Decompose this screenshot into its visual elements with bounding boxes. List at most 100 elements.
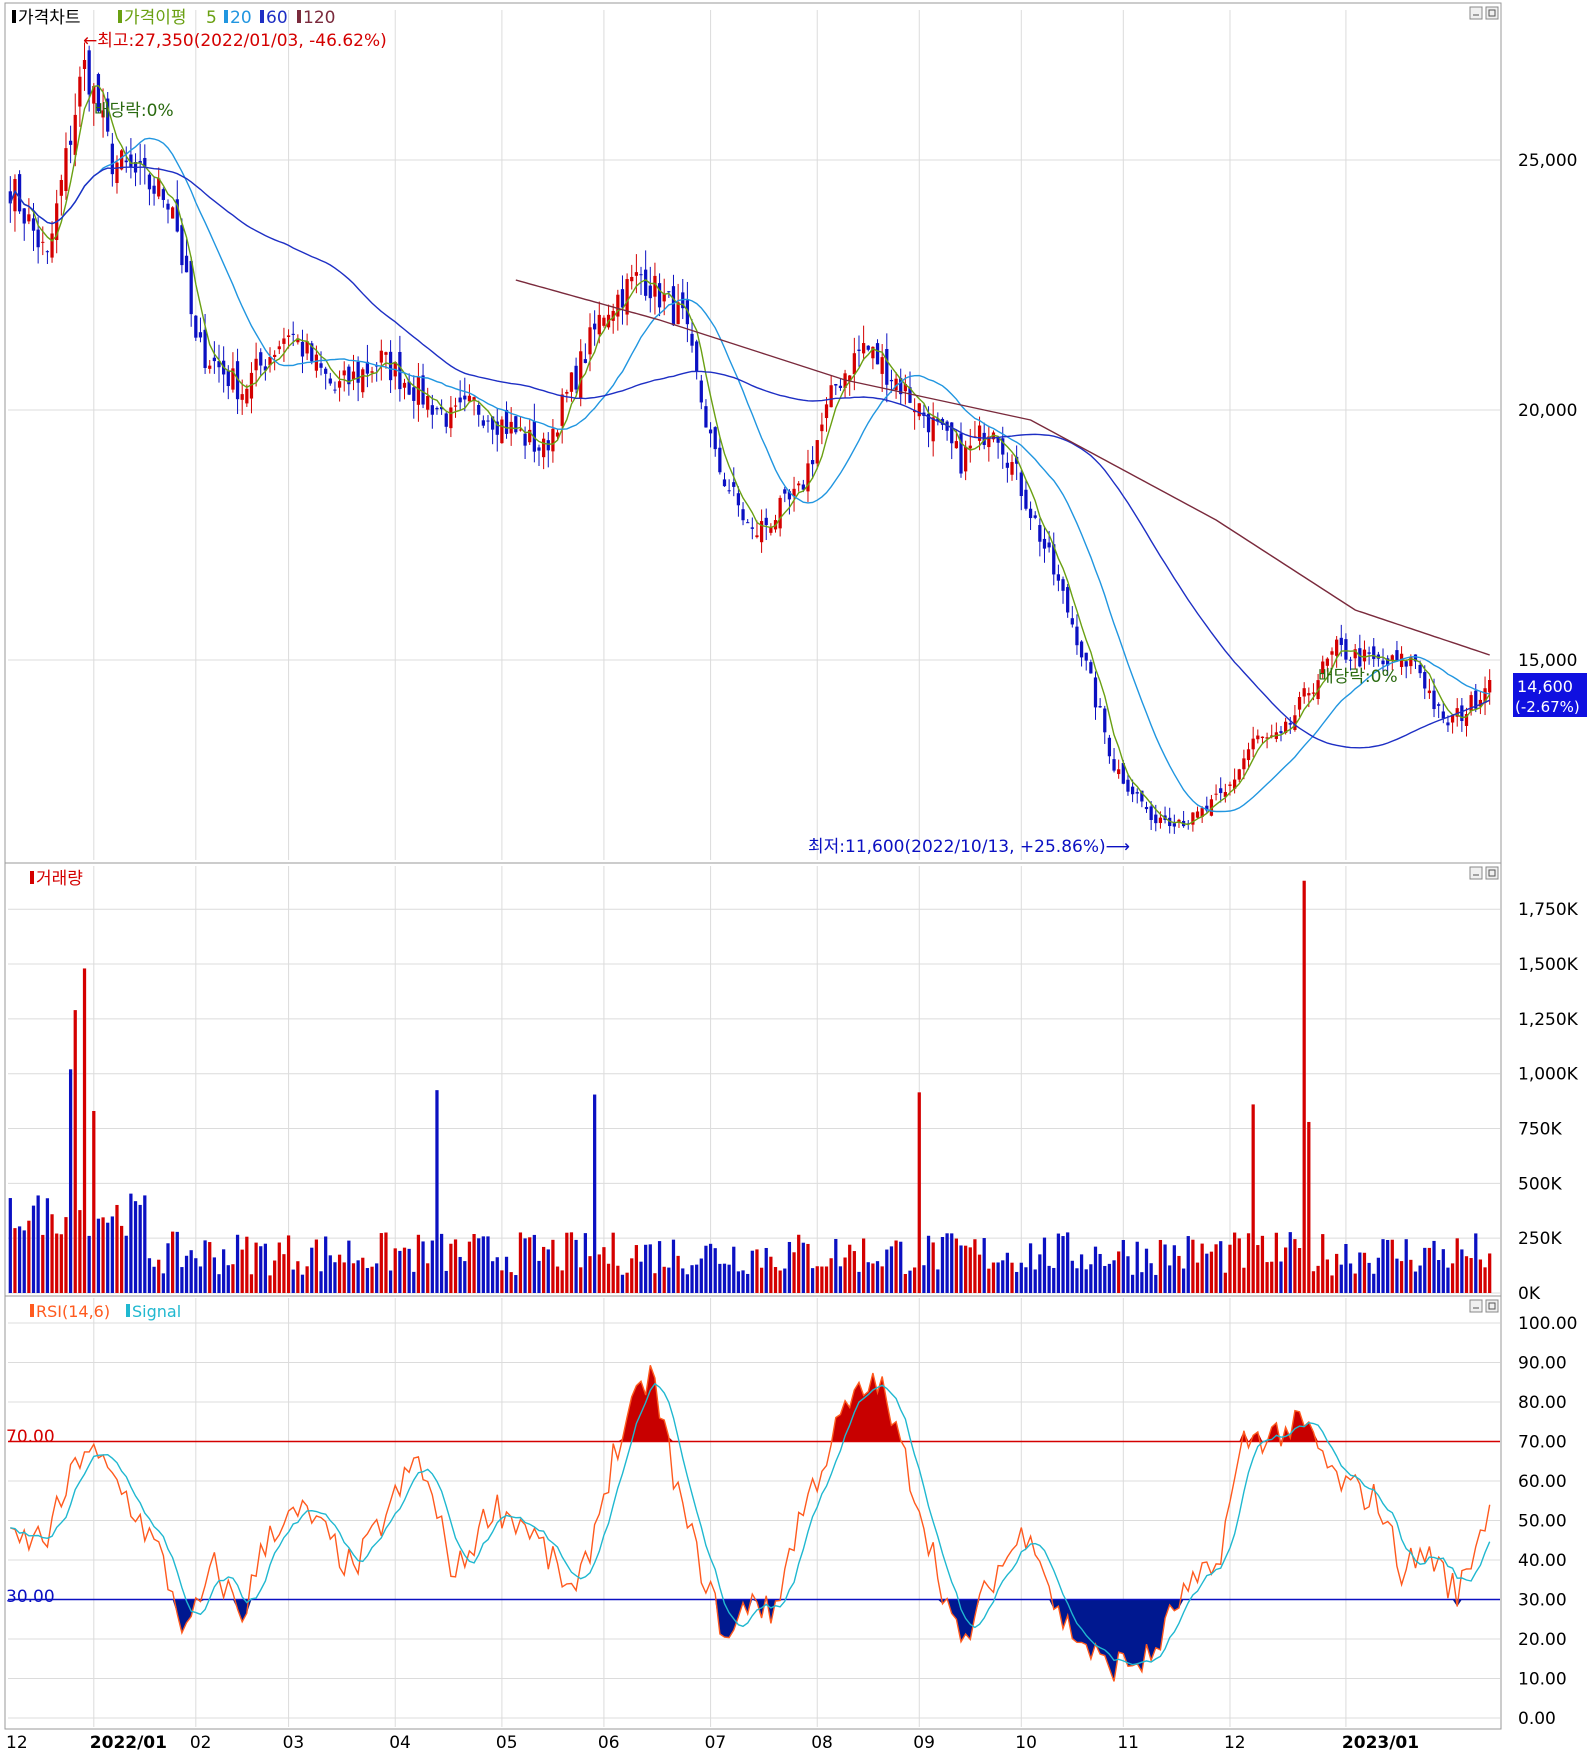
candle-body xyxy=(1246,749,1251,761)
volume-bar xyxy=(1339,1264,1343,1293)
candle-body xyxy=(1093,677,1098,708)
volume-bar xyxy=(1181,1268,1186,1293)
minimize-icon[interactable] xyxy=(1469,6,1483,20)
volume-bar xyxy=(421,1241,425,1293)
ma-legend-marker xyxy=(118,10,122,23)
volume-bar xyxy=(64,1217,68,1293)
volume-bar xyxy=(1121,1240,1125,1293)
candle-body xyxy=(198,332,203,338)
candle-body xyxy=(1344,639,1348,660)
candle-body xyxy=(463,395,467,400)
volume-bar xyxy=(1117,1251,1121,1293)
minimize-icon[interactable] xyxy=(1469,866,1483,880)
volume-bar xyxy=(903,1273,907,1293)
candle-body xyxy=(240,394,244,400)
rsi-y-tick: 0.00 xyxy=(1518,1709,1556,1729)
volume-bar xyxy=(778,1270,782,1293)
volume-bar xyxy=(310,1247,314,1293)
volume-bar xyxy=(982,1238,986,1293)
volume-bar xyxy=(27,1220,31,1293)
candle-body xyxy=(964,446,968,472)
rsi-y-tick: 60.00 xyxy=(1518,1472,1567,1492)
candle-body xyxy=(1404,661,1408,667)
candle-body xyxy=(45,251,50,253)
rsi-y-tick: 30.00 xyxy=(1518,1591,1567,1611)
candle-body xyxy=(829,385,833,408)
dividend-annotation-2: 배당락:0% xyxy=(1318,667,1398,687)
volume-bar xyxy=(968,1247,972,1293)
candle-body xyxy=(968,445,972,449)
price-legend-marker xyxy=(12,10,16,23)
candle-body xyxy=(119,150,124,170)
volume-bar xyxy=(908,1270,912,1293)
volume-bar xyxy=(333,1262,337,1293)
candle-body xyxy=(736,493,741,506)
maximize-icon[interactable] xyxy=(1485,6,1499,20)
candle-body xyxy=(551,428,555,452)
volume-bar xyxy=(741,1270,745,1293)
volume-bar xyxy=(560,1270,564,1293)
volume-bar xyxy=(1084,1269,1088,1293)
volume-bar xyxy=(370,1266,374,1293)
volume-bar xyxy=(1028,1243,1033,1293)
maximize-icon[interactable] xyxy=(1485,866,1499,880)
volume-bar xyxy=(1149,1263,1153,1293)
candle-body xyxy=(180,225,184,266)
volume-bar xyxy=(263,1243,268,1293)
candle-body xyxy=(644,269,648,296)
candle-body xyxy=(778,497,782,529)
volume-bar xyxy=(1464,1256,1469,1293)
volume-bar xyxy=(55,1233,59,1293)
volume-bar xyxy=(537,1260,541,1293)
volume-y-tick: 250K xyxy=(1518,1229,1562,1249)
volume-bar xyxy=(273,1260,277,1293)
volume-bar xyxy=(31,1205,36,1293)
volume-bar xyxy=(1450,1263,1455,1293)
candle-body xyxy=(500,419,504,444)
candle-body xyxy=(22,208,26,224)
volume-bar xyxy=(347,1240,351,1293)
candle-body xyxy=(36,229,40,248)
candle-body xyxy=(412,387,416,401)
volume-bar xyxy=(1367,1262,1371,1293)
volume-bar xyxy=(1423,1247,1427,1293)
volume-bar xyxy=(1154,1274,1158,1293)
volume-bar xyxy=(1038,1254,1042,1293)
volume-bar xyxy=(820,1266,824,1293)
volume-bar xyxy=(361,1257,365,1293)
volume-bar xyxy=(866,1262,870,1293)
volume-bar xyxy=(1010,1262,1014,1293)
candle-body xyxy=(300,341,305,357)
volume-bar xyxy=(1469,1258,1473,1293)
volume-bar xyxy=(852,1251,856,1293)
candle-body xyxy=(708,429,713,434)
volume-bar xyxy=(73,1010,77,1293)
volume-bar xyxy=(110,1216,114,1293)
volume-bar xyxy=(518,1232,523,1293)
volume-bar xyxy=(1163,1244,1167,1293)
maximize-icon[interactable] xyxy=(1485,1299,1499,1313)
volume-bar xyxy=(746,1273,750,1293)
candle-body xyxy=(695,341,699,372)
volume-bar xyxy=(834,1238,838,1293)
candle-body xyxy=(1409,656,1413,667)
candle-body xyxy=(477,404,481,415)
volume-bar xyxy=(565,1232,569,1293)
volume-bar xyxy=(1474,1233,1478,1293)
candle-body xyxy=(732,482,736,487)
candle-body xyxy=(194,315,198,338)
volume-bar xyxy=(996,1262,1000,1293)
candle-body xyxy=(1103,708,1107,733)
volume-bar xyxy=(1344,1243,1348,1293)
volume-bar xyxy=(532,1234,536,1293)
candle-body xyxy=(1172,823,1176,827)
volume-bar xyxy=(324,1236,328,1293)
volume-bar xyxy=(704,1245,708,1293)
volume-bar xyxy=(1246,1233,1251,1293)
volume-bar xyxy=(509,1272,513,1293)
volume-bar xyxy=(180,1267,184,1293)
volume-bar xyxy=(657,1241,662,1293)
volume-bar xyxy=(546,1249,550,1293)
minimize-icon[interactable] xyxy=(1469,1299,1483,1313)
candle-body xyxy=(481,420,485,426)
